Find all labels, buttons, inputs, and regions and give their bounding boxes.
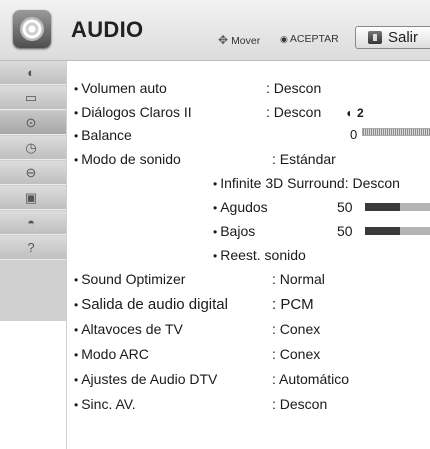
setting-label: Agudos	[220, 199, 268, 215]
setting-label: Bajos	[220, 223, 256, 239]
setting-sound-optimizer[interactable]: • Sound Optimizer	[74, 271, 185, 287]
options-icon: ▣	[24, 190, 38, 205]
header-bar: AUDIO ✥ Mover ◉ ACEPTAR Salir	[0, 0, 430, 61]
audio-disc-icon: ⊙	[25, 115, 37, 130]
setting-label: Modo ARC	[81, 346, 149, 362]
setting-ajustes-audio-dtv[interactable]: • Ajustes de Audio DTV	[74, 371, 217, 387]
setting-agudos[interactable]: • Agudos	[213, 199, 268, 215]
bajos-value: 50	[337, 223, 353, 239]
setting-label: Balance	[81, 127, 132, 143]
setting-label: Modo de sonido	[81, 151, 181, 167]
sidebar-item-options[interactable]: ▣	[0, 186, 66, 210]
setting-salida-audio-digital[interactable]: • Salida de audio digital	[74, 296, 228, 313]
setting-value: : Descon	[266, 104, 322, 120]
slider-track	[400, 227, 430, 235]
sidebar-item-picture[interactable]: ◐	[0, 61, 66, 85]
help-icon: ?	[27, 240, 35, 255]
setting-value: : Conex	[272, 321, 321, 337]
sidebar-item-help[interactable]: ?	[0, 236, 66, 260]
move-hint-label: Mover	[231, 35, 261, 47]
setting-label: Diálogos Claros II	[81, 104, 192, 120]
tv-icon: ▭	[24, 90, 38, 105]
agudos-slider[interactable]	[365, 203, 430, 211]
agudos-value: 50	[337, 199, 353, 215]
setting-modo-arc[interactable]: • Modo ARC	[74, 346, 149, 362]
lock-icon: ⊖	[25, 165, 37, 180]
exit-icon	[368, 31, 382, 44]
setting-label: Salida de audio digital	[81, 296, 228, 313]
setting-label: Reest. sonido	[220, 247, 306, 263]
setting-value: : Estándar	[272, 151, 336, 167]
setting-value: : Conex	[272, 346, 321, 362]
setting-value: : Normal	[272, 271, 325, 287]
ok-hint: ◉ ACEPTAR	[280, 33, 339, 45]
ok-dot-icon: ◉	[280, 34, 288, 44]
setting-balance[interactable]: • Balance	[74, 127, 132, 143]
dialog-level-value: 2	[357, 106, 364, 120]
setting-reest-sonido[interactable]: • Reest. sonido	[213, 247, 306, 263]
setting-label: Ajustes de Audio DTV	[81, 371, 218, 387]
setting-dialogos-claros[interactable]: • Diálogos Claros II	[74, 104, 192, 120]
setting-bajos[interactable]: • Bajos	[213, 223, 255, 239]
sidebar-item-network[interactable]: ◓	[0, 211, 66, 235]
move-hint: ✥ Mover	[218, 33, 260, 47]
page-title: AUDIO	[71, 17, 144, 42]
content-divider	[66, 61, 67, 449]
setting-sinc-av[interactable]: • Sinc. AV.	[74, 396, 136, 412]
setting-value: : Automático	[272, 371, 350, 387]
setting-value: : PCM	[272, 296, 314, 313]
setting-label: Altavoces de TV	[81, 321, 183, 337]
balance-value: 0	[350, 127, 358, 142]
setting-label: Sound Optimizer	[81, 271, 186, 287]
ok-hint-label: ACEPTAR	[289, 33, 339, 45]
sidebar-item-time[interactable]: ◷	[0, 136, 66, 160]
clock-icon: ◷	[25, 140, 37, 155]
balance-slider[interactable]	[362, 128, 430, 136]
category-sidebar: ◐ ▭ ⊙ ◷ ⊖ ▣ ◓ ?	[0, 61, 66, 321]
exit-button[interactable]: Salir	[355, 26, 430, 49]
sidebar-item-tv[interactable]: ▭	[0, 86, 66, 110]
setting-label: Sinc. AV.	[81, 396, 136, 412]
setting-value: : Descon	[272, 396, 328, 412]
setting-modo-sonido[interactable]: • Modo de sonido	[74, 151, 181, 167]
setting-volumen-auto[interactable]: • Volumen auto	[74, 80, 167, 96]
slider-fill	[365, 227, 400, 235]
exit-button-label: Salir	[388, 29, 419, 46]
setting-label: Infinite 3D Surround: Descon	[220, 175, 400, 191]
setting-infinite-3d[interactable]: • Infinite 3D Surround: Descon	[213, 175, 400, 191]
bajos-slider[interactable]	[365, 227, 430, 235]
setting-value: : Descon	[266, 80, 322, 96]
sidebar-item-lock[interactable]: ⊖	[0, 161, 66, 185]
dialog-level-icon: ◖	[345, 106, 353, 120]
network-icon: ◓	[27, 215, 35, 230]
slider-fill	[365, 203, 400, 211]
slider-track	[400, 203, 430, 211]
sidebar-item-audio[interactable]: ⊙	[0, 111, 66, 135]
picture-disc-icon: ◐	[27, 65, 35, 80]
setting-label: Volumen auto	[81, 80, 167, 96]
setting-altavoces-tv[interactable]: • Altavoces de TV	[74, 321, 183, 337]
four-way-arrows-icon: ✥	[218, 33, 229, 47]
audio-menu-icon	[13, 10, 51, 48]
